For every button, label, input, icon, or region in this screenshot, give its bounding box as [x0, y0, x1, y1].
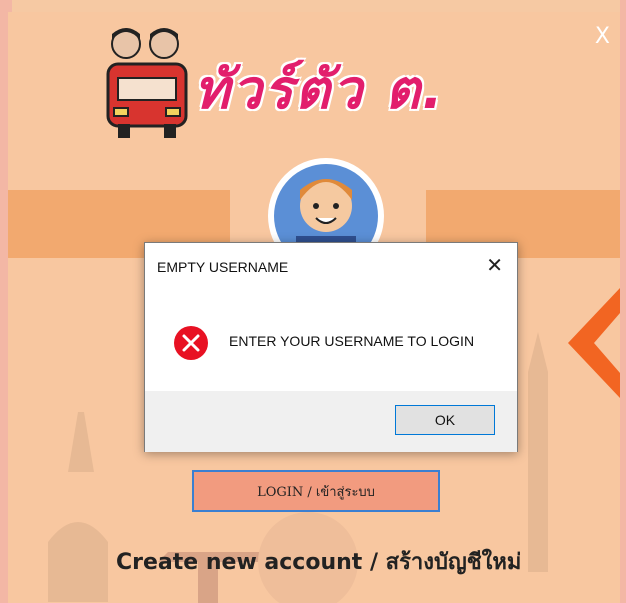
dialog-message: ENTER YOUR USERNAME TO LOGIN: [229, 333, 475, 349]
dialog-titlebar[interactable]: EMPTY USERNAME ✕: [145, 243, 517, 287]
dialog-body: ENTER YOUR USERNAME TO LOGIN: [145, 287, 517, 391]
window-close-button[interactable]: X: [595, 24, 610, 49]
background-strip-right: [620, 0, 626, 603]
error-dialog: EMPTY USERNAME ✕ ENTER YOUR USERNAME TO …: [144, 242, 518, 452]
dialog-title: EMPTY USERNAME: [157, 259, 289, 275]
dialog-close-button[interactable]: ✕: [486, 253, 503, 278]
create-account-link[interactable]: Create new account / สร้างบัญชีใหม่: [116, 544, 521, 579]
error-icon: [174, 326, 208, 360]
app-logo-text: ทัวร์ตัว ต.: [194, 58, 445, 121]
login-button[interactable]: LOGIN / เข้าสู่ระบบ: [192, 470, 440, 512]
dialog-footer: OK: [145, 391, 517, 452]
ok-button[interactable]: OK: [395, 405, 495, 435]
bus-logo-icon: [106, 28, 188, 138]
arrow-decoration-icon: [568, 288, 620, 398]
